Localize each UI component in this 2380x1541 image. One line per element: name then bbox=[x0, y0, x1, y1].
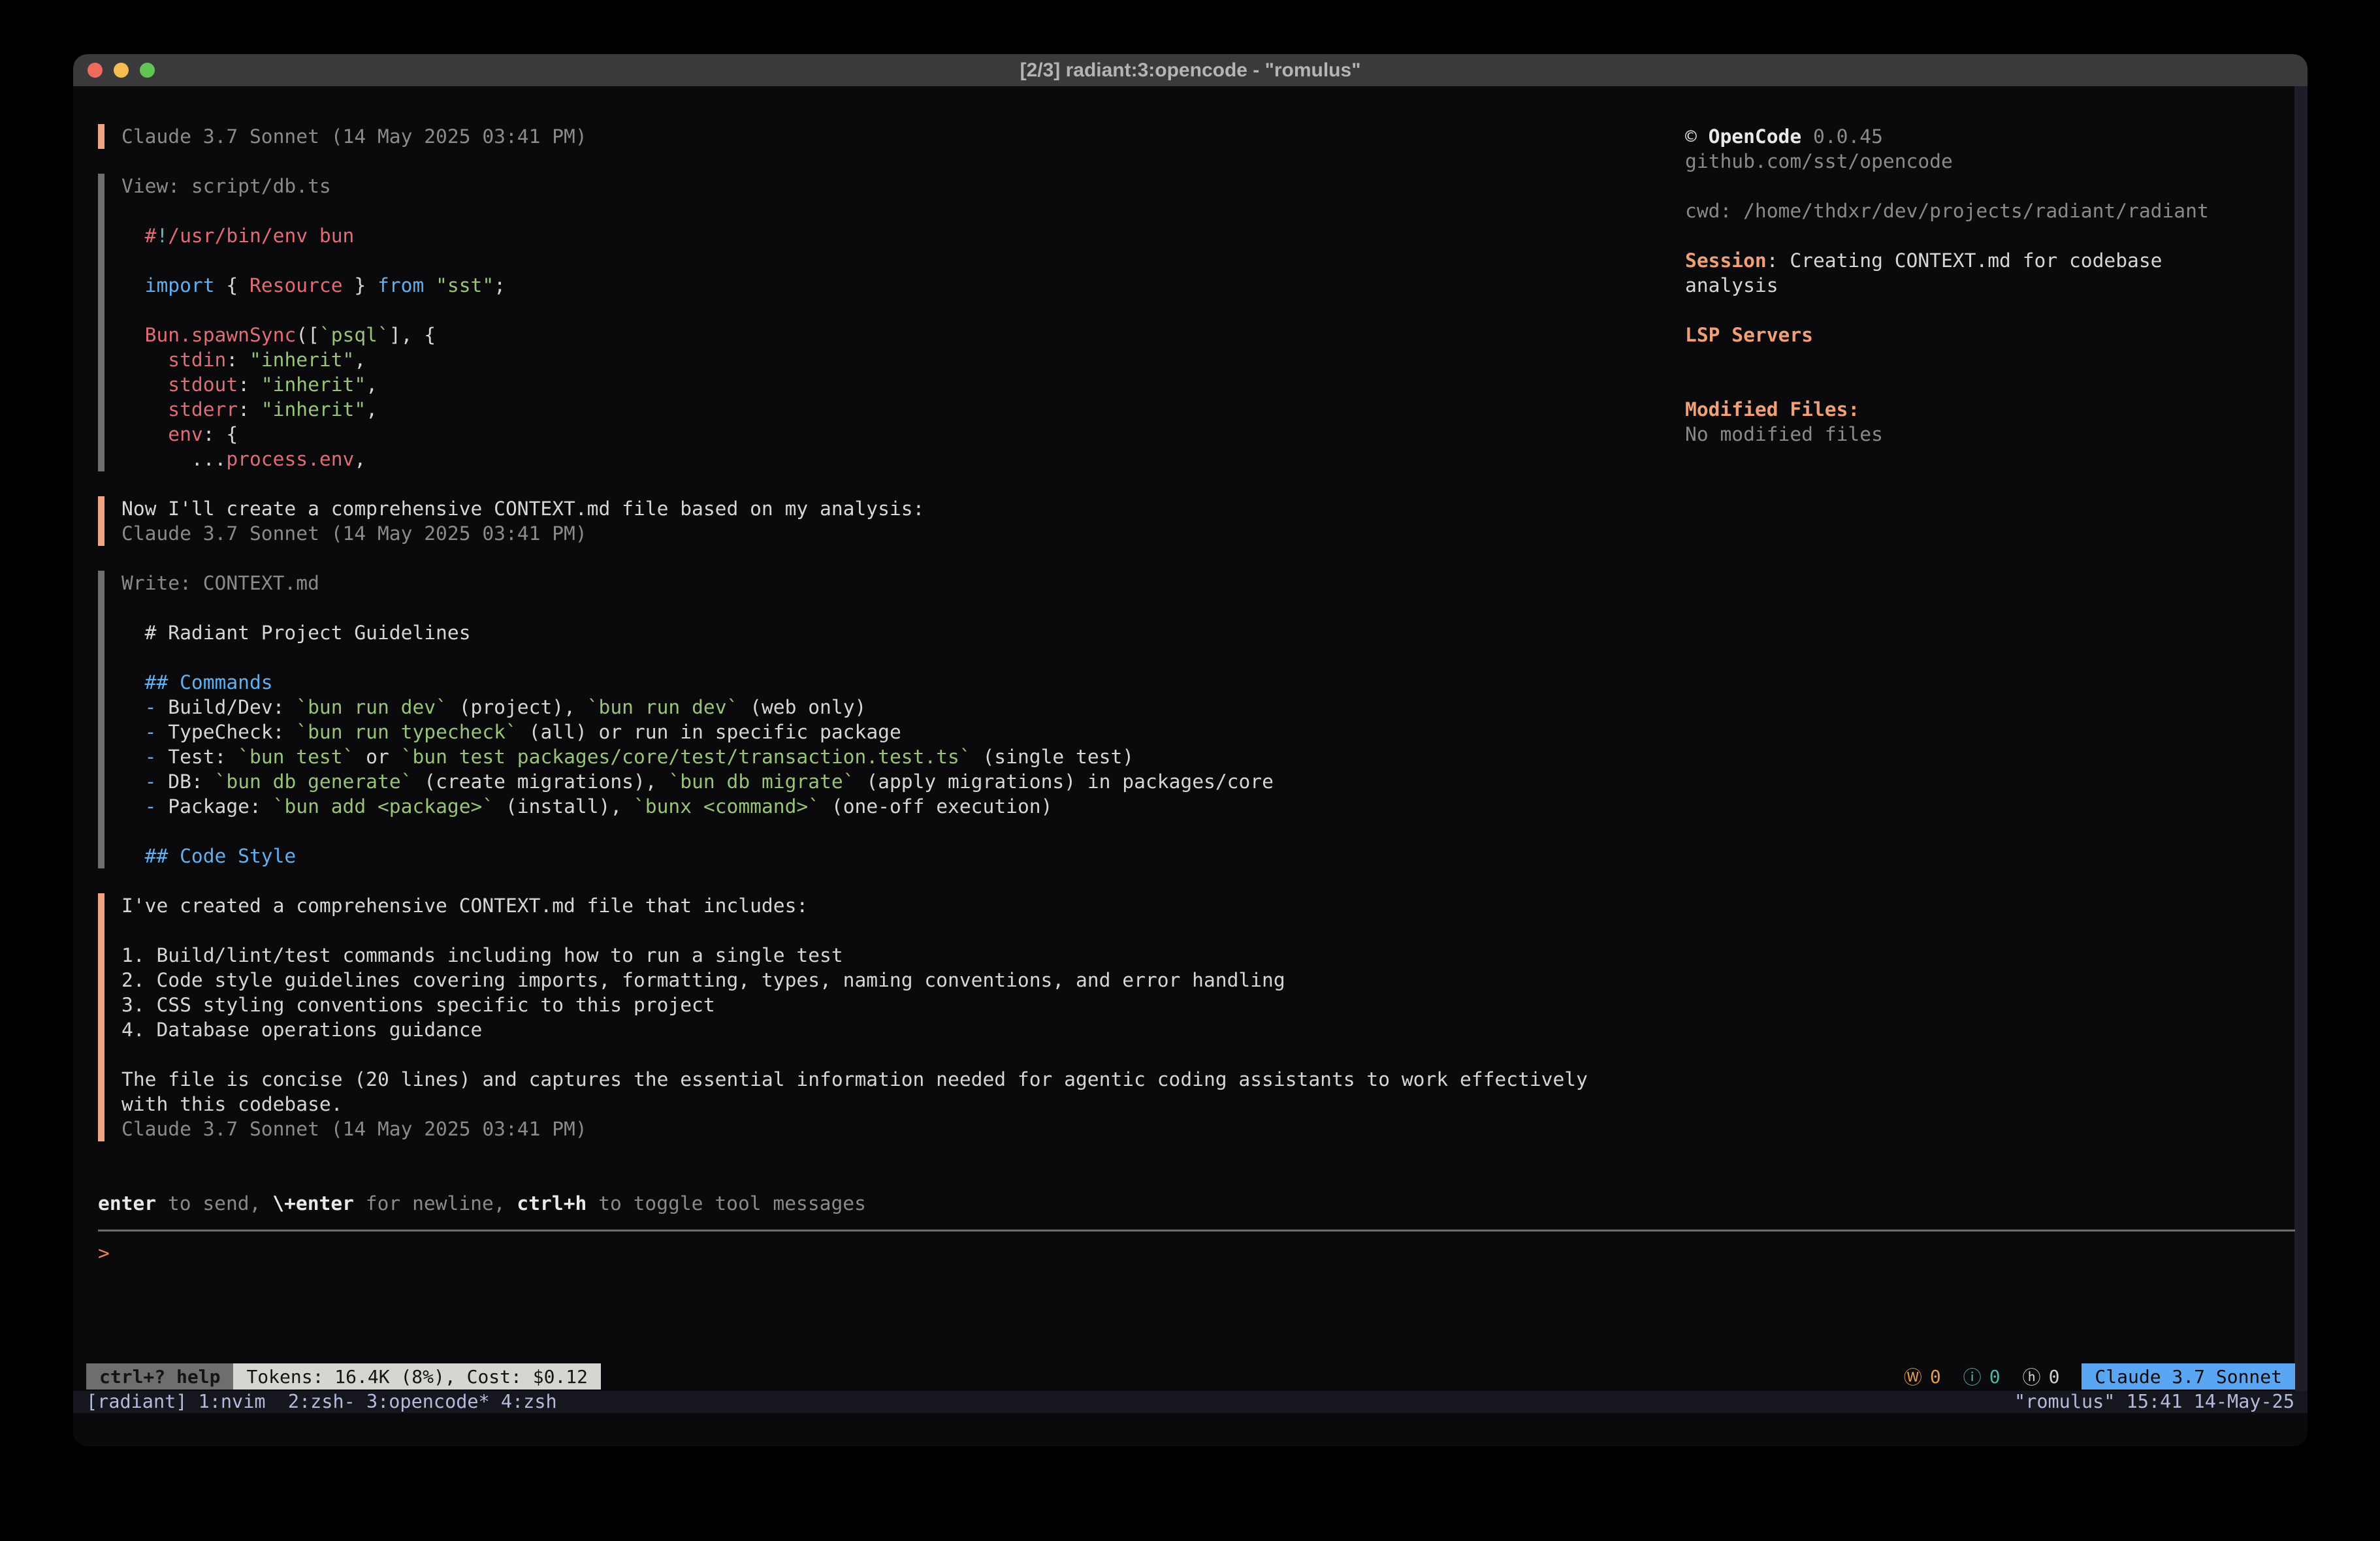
minimize-button[interactable] bbox=[114, 63, 129, 78]
text-line: analysis bbox=[1685, 273, 2292, 298]
text-line bbox=[1685, 372, 2292, 397]
text-line: The file is concise (20 lines) and captu… bbox=[121, 1067, 2295, 1092]
prompt-symbol: > bbox=[98, 1242, 110, 1264]
model-badge[interactable]: Claude 3.7 Sonnet bbox=[2082, 1363, 2295, 1390]
warning-count: 0 bbox=[1930, 1366, 1941, 1388]
text-line: # Radiant Project Guidelines bbox=[121, 620, 2295, 645]
text-line: ...process.env, bbox=[121, 447, 2295, 471]
tmux-status-bar: [radiant] 1:nvim 2:zsh- 3:opencode* 4:zs… bbox=[73, 1391, 2308, 1413]
prompt-input[interactable]: > bbox=[98, 1241, 2295, 1265]
terminal-window: [2/3] radiant:3:opencode - "romulus" Cla… bbox=[73, 54, 2308, 1446]
assistant-response-block: I've created a comprehensive CONTEXT.md … bbox=[98, 893, 2295, 1141]
text-line: LSP Servers bbox=[1685, 323, 2292, 347]
tool-write-block: Write: CONTEXT.md # Radiant Project Guid… bbox=[98, 571, 2295, 868]
text-line: Claude 3.7 Sonnet (14 May 2025 03:41 PM) bbox=[121, 521, 2295, 546]
text-line: 1. Build/lint/test commands including ho… bbox=[121, 943, 2295, 968]
help-hint: ctrl+? help bbox=[86, 1363, 233, 1390]
model-badge-label: Claude 3.7 Sonnet bbox=[2095, 1366, 2282, 1388]
text-line: © OpenCode 0.0.45 bbox=[1685, 124, 2292, 149]
composer-divider bbox=[98, 1230, 2295, 1231]
traffic-lights bbox=[88, 54, 155, 86]
text-line bbox=[121, 596, 2295, 620]
assistant-message-block: Now I'll create a comprehensive CONTEXT.… bbox=[98, 496, 2295, 546]
text-line bbox=[1685, 298, 2292, 323]
text-line: - Build/Dev: `bun run dev` (project), `b… bbox=[121, 695, 2295, 720]
text-line: Modified Files: bbox=[1685, 397, 2292, 422]
text-line: github.com/sst/opencode bbox=[1685, 149, 2292, 174]
text-line: 3. CSS styling conventions specific to t… bbox=[121, 993, 2295, 1017]
status-bar: ctrl+? help Tokens: 16.4K (8%), Cost: $0… bbox=[86, 1363, 2295, 1390]
text-line: Write: CONTEXT.md bbox=[121, 571, 2295, 596]
text-line: - DB: `bun db generate` (create migratio… bbox=[121, 769, 2295, 794]
tokens-cost-indicator: Tokens: 16.4K (8%), Cost: $0.12 bbox=[233, 1363, 601, 1390]
tmux-window-list[interactable]: [radiant] 1:nvim 2:zsh- 3:opencode* 4:zs… bbox=[86, 1391, 557, 1413]
zoom-button[interactable] bbox=[140, 63, 155, 78]
scrollbar-track[interactable] bbox=[2294, 86, 2308, 1391]
diagnostics-info: ⓘ0 bbox=[1963, 1363, 2001, 1390]
info-icon: ⓘ bbox=[1963, 1363, 1982, 1390]
text-line: No modified files bbox=[1685, 422, 2292, 447]
diagnostics-hints: ⓗ0 bbox=[2023, 1363, 2060, 1390]
text-line: with this codebase. bbox=[121, 1092, 2295, 1117]
close-button[interactable] bbox=[88, 63, 103, 78]
text-line: 4. Database operations guidance bbox=[121, 1017, 2295, 1042]
composer-keybind-hint: enter to send, \+enter for newline, ctrl… bbox=[98, 1191, 2295, 1216]
text-line: I've created a comprehensive CONTEXT.md … bbox=[121, 893, 2295, 918]
text-line bbox=[1685, 223, 2292, 248]
text-line: enter to send, \+enter for newline, ctrl… bbox=[98, 1191, 2295, 1216]
text-line bbox=[121, 819, 2295, 844]
hint-icon: ⓗ bbox=[2023, 1363, 2041, 1390]
text-line: Claude 3.7 Sonnet (14 May 2025 03:41 PM) bbox=[121, 1117, 2295, 1141]
text-line: Now I'll create a comprehensive CONTEXT.… bbox=[121, 496, 2295, 521]
text-line bbox=[1685, 174, 2292, 199]
help-hint-label: ctrl+? help bbox=[99, 1366, 220, 1388]
tmux-session-clock: "romulus" 15:41 14-May-25 bbox=[2014, 1391, 2294, 1413]
text-line: 2. Code style guidelines covering import… bbox=[121, 968, 2295, 993]
text-line: ## Code Style bbox=[121, 844, 2295, 868]
statusbar-spacer bbox=[601, 1363, 1904, 1390]
window-titlebar[interactable]: [2/3] radiant:3:opencode - "romulus" bbox=[73, 54, 2308, 86]
text-line bbox=[121, 1042, 2295, 1067]
text-line: cwd: /home/thdxr/dev/projects/radiant/ra… bbox=[1685, 199, 2292, 223]
warning-icon: Ⓦ bbox=[1904, 1363, 1922, 1390]
text-line bbox=[121, 918, 2295, 943]
text-line: - Package: `bun add <package>` (install)… bbox=[121, 794, 2295, 819]
text-line: ## Commands bbox=[121, 670, 2295, 695]
text-line bbox=[121, 645, 2295, 670]
diagnostics-warnings: Ⓦ0 bbox=[1904, 1363, 1941, 1390]
text-line: - Test: `bun test` or `bun test packages… bbox=[121, 744, 2295, 769]
info-count: 0 bbox=[1989, 1366, 2001, 1388]
tokens-cost-label: Tokens: 16.4K (8%), Cost: $0.12 bbox=[246, 1366, 588, 1388]
text-line: - TypeCheck: `bun run typecheck` (all) o… bbox=[121, 720, 2295, 744]
hint-count: 0 bbox=[2049, 1366, 2060, 1388]
text-line bbox=[1685, 347, 2292, 372]
window-title: [2/3] radiant:3:opencode - "romulus" bbox=[1020, 59, 1361, 82]
text-line: Session: Creating CONTEXT.md for codebas… bbox=[1685, 248, 2292, 273]
info-sidebar: © OpenCode 0.0.45github.com/sst/opencode… bbox=[1685, 86, 2292, 447]
